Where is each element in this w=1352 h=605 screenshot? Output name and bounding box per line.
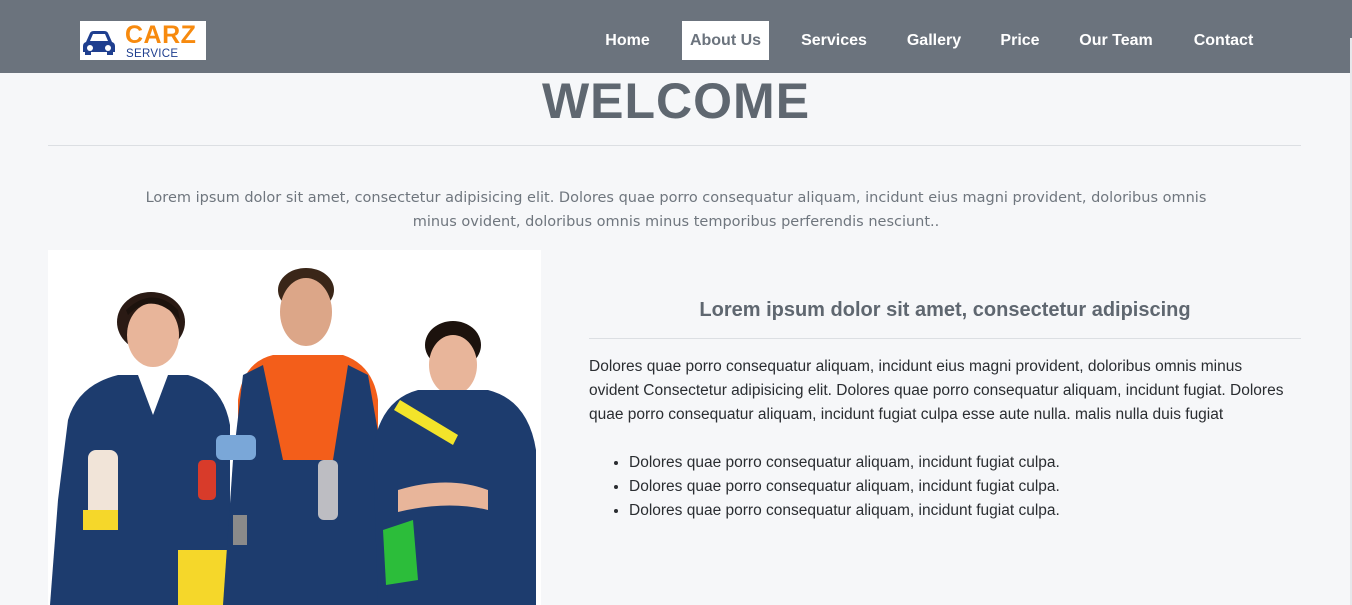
section-paragraph: Dolores quae porro consequatur aliquam, … [589, 358, 1284, 423]
section-divider [589, 338, 1301, 339]
list-item: Dolores quae porro consequatur aliquam, … [629, 475, 1329, 499]
nav-item-our-team[interactable]: Our Team [1066, 21, 1166, 60]
list-item: Dolores quae porro consequatur aliquam, … [629, 499, 1329, 523]
nav-item-price[interactable]: Price [990, 21, 1050, 60]
nav-item-contact[interactable]: Contact [1181, 21, 1266, 60]
navbar: CARZ SERVICE Home About Us Services Gall… [0, 0, 1352, 73]
bullet-list: Dolores quae porro consequatur aliquam, … [589, 451, 1329, 523]
logo-sub-text: SERVICE [126, 48, 179, 60]
section-title: Lorem ipsum dolor sit amet, consectetur … [699, 299, 1191, 321]
nav-item-services[interactable]: Services [789, 21, 879, 60]
intro-text: Lorem ipsum dolor sit amet, consectetur … [145, 190, 1207, 230]
list-item: Dolores quae porro consequatur aliquam, … [629, 451, 1329, 475]
divider [48, 145, 1301, 146]
team-photo-image [48, 250, 541, 605]
page-title: WELCOME [541, 73, 811, 129]
nav-item-about-us[interactable]: About Us [682, 21, 769, 60]
nav-item-home[interactable]: Home [590, 21, 665, 60]
logo-brand-text: CARZ [125, 21, 197, 49]
nav-item-gallery[interactable]: Gallery [894, 21, 974, 60]
site-logo[interactable]: CARZ SERVICE [80, 21, 206, 60]
car-icon [83, 31, 115, 55]
